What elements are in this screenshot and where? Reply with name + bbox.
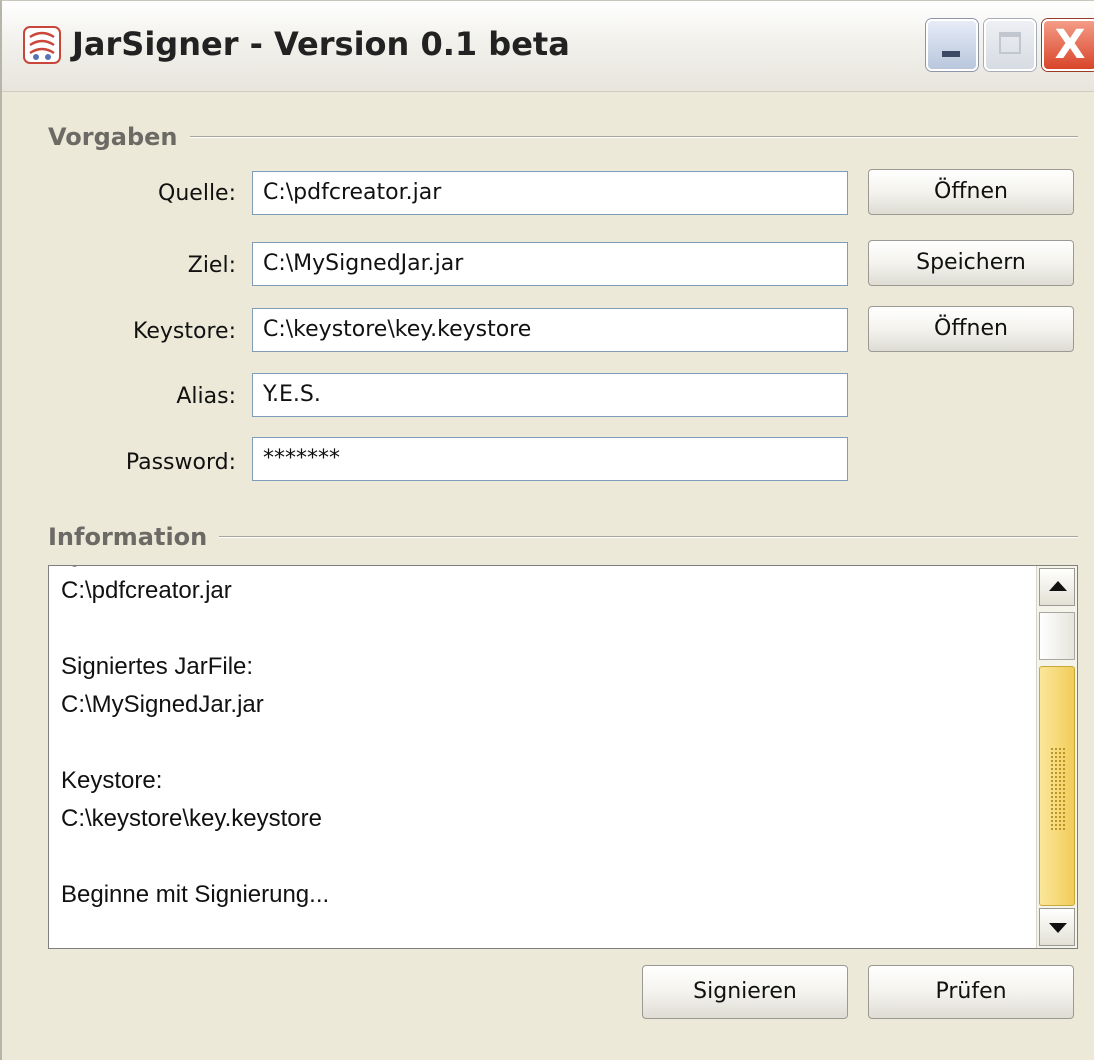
jar-app-icon	[23, 26, 61, 64]
log-line: C:\MySignedJar.jar	[61, 691, 264, 718]
information-section-title: Information	[48, 523, 208, 551]
verify-button[interactable]: Prüfen	[868, 965, 1074, 1019]
close-button[interactable]: X	[1042, 19, 1094, 71]
open-keystore-button[interactable]: Öffnen	[868, 306, 1074, 352]
keystore-label: Keystore:	[133, 319, 236, 344]
maximize-button[interactable]	[984, 19, 1036, 71]
section-divider	[189, 136, 1078, 138]
password-input[interactable]: *******	[252, 437, 848, 481]
target-label: Ziel:	[187, 253, 236, 278]
log-line: Keystore:	[61, 767, 163, 794]
log-line: Signiertes JarFile:	[61, 653, 254, 680]
information-log[interactable]: Quell-JarFile: C:\pdfcreator.jar Signier…	[48, 565, 1078, 949]
scroll-up-button[interactable]	[1039, 568, 1075, 606]
alias-label: Alias:	[176, 384, 236, 409]
sign-button[interactable]: Signieren	[642, 965, 848, 1019]
jarsigner-window: JarSigner - Version 0.1 beta X Vorgaben …	[0, 0, 1094, 1060]
scroll-track[interactable]	[1039, 612, 1075, 660]
grip-icon	[1050, 747, 1066, 831]
section-divider	[219, 536, 1078, 538]
log-line: C:\pdfcreator.jar	[61, 577, 232, 604]
save-target-button[interactable]: Speichern	[868, 240, 1074, 286]
window-title: JarSigner - Version 0.1 beta	[72, 25, 570, 63]
target-input[interactable]: C:\MySignedJar.jar	[252, 242, 848, 286]
settings-section-header: Vorgaben	[48, 117, 1078, 157]
arrow-down-icon	[1049, 923, 1067, 933]
minimize-button[interactable]	[926, 19, 978, 71]
source-input[interactable]: C:\pdfcreator.jar	[252, 171, 848, 215]
log-line: C:\keystore\key.keystore	[61, 805, 322, 832]
log-text: C:\pdfcreator.jar Signiertes JarFile: C:…	[61, 572, 1017, 914]
scroll-thumb[interactable]	[1039, 666, 1075, 906]
password-label: Password:	[125, 450, 236, 475]
log-line: Beginne mit Signierung...	[61, 881, 330, 908]
vertical-scrollbar[interactable]	[1036, 566, 1077, 948]
alias-input[interactable]: Y.E.S.	[252, 373, 848, 417]
arrow-up-icon	[1049, 581, 1067, 591]
information-section-header: Information	[48, 517, 1078, 557]
settings-section-title: Vorgaben	[48, 123, 178, 151]
scroll-down-button[interactable]	[1039, 908, 1075, 946]
source-label: Quelle:	[158, 181, 236, 206]
title-bar[interactable]: JarSigner - Version 0.1 beta X	[2, 1, 1094, 92]
close-icon: X	[1054, 22, 1086, 68]
open-source-button[interactable]: Öffnen	[868, 169, 1074, 215]
keystore-input[interactable]: C:\keystore\key.keystore	[252, 308, 848, 352]
